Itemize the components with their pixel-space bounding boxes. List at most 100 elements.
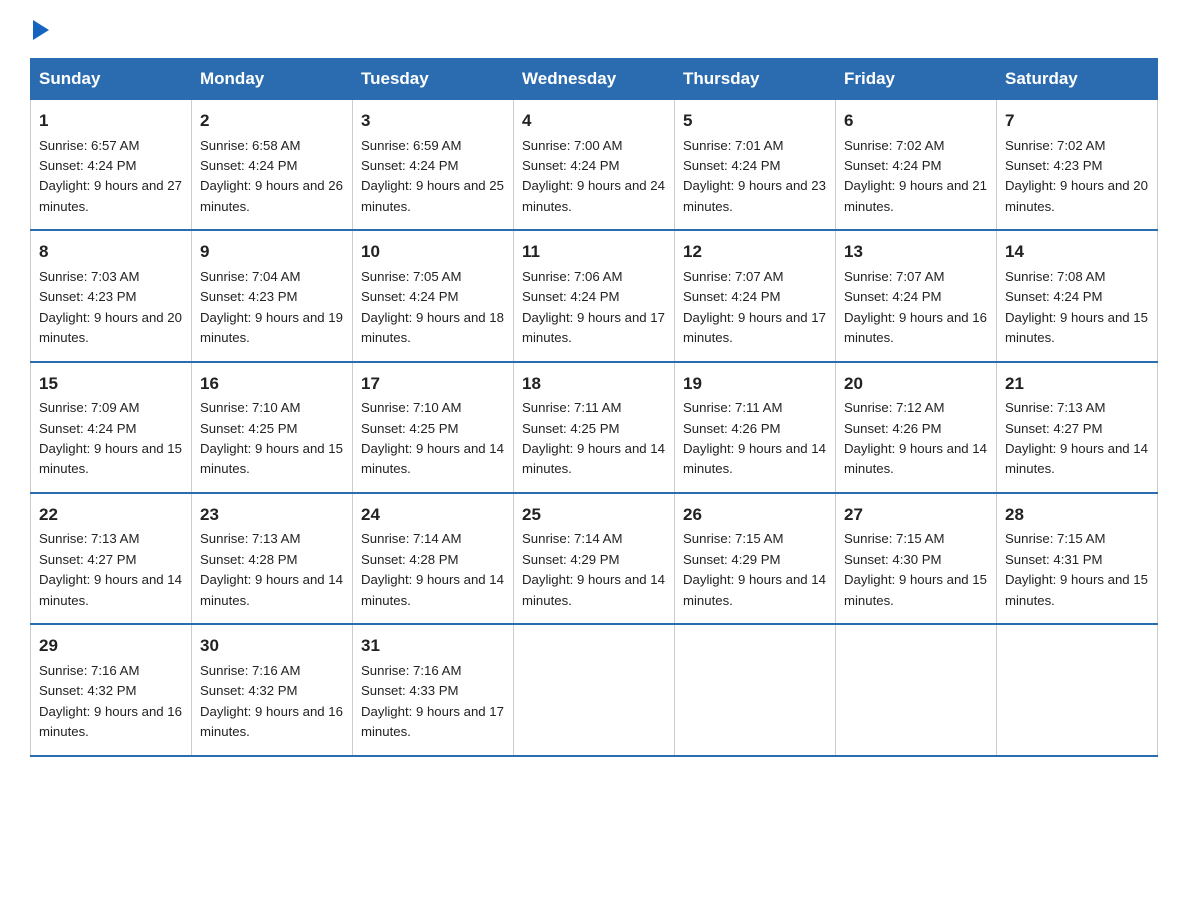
day-number: 25 xyxy=(522,502,666,528)
day-number: 4 xyxy=(522,108,666,134)
week-row-1: 1 Sunrise: 6:57 AMSunset: 4:24 PMDayligh… xyxy=(31,100,1158,231)
week-row-4: 22 Sunrise: 7:13 AMSunset: 4:27 PMDaylig… xyxy=(31,493,1158,624)
calendar-cell xyxy=(997,624,1158,755)
day-info: Sunrise: 7:06 AMSunset: 4:24 PMDaylight:… xyxy=(522,269,665,345)
week-row-2: 8 Sunrise: 7:03 AMSunset: 4:23 PMDayligh… xyxy=(31,230,1158,361)
calendar-cell: 30 Sunrise: 7:16 AMSunset: 4:32 PMDaylig… xyxy=(192,624,353,755)
day-number: 11 xyxy=(522,239,666,265)
calendar-cell: 31 Sunrise: 7:16 AMSunset: 4:33 PMDaylig… xyxy=(353,624,514,755)
calendar-cell: 8 Sunrise: 7:03 AMSunset: 4:23 PMDayligh… xyxy=(31,230,192,361)
day-number: 26 xyxy=(683,502,827,528)
day-number: 27 xyxy=(844,502,988,528)
day-info: Sunrise: 7:11 AMSunset: 4:25 PMDaylight:… xyxy=(522,400,665,476)
day-header-friday: Friday xyxy=(836,59,997,100)
calendar-cell: 17 Sunrise: 7:10 AMSunset: 4:25 PMDaylig… xyxy=(353,362,514,493)
day-info: Sunrise: 7:16 AMSunset: 4:33 PMDaylight:… xyxy=(361,663,504,739)
calendar-cell: 2 Sunrise: 6:58 AMSunset: 4:24 PMDayligh… xyxy=(192,100,353,231)
day-info: Sunrise: 7:13 AMSunset: 4:27 PMDaylight:… xyxy=(39,531,182,607)
day-info: Sunrise: 7:02 AMSunset: 4:23 PMDaylight:… xyxy=(1005,138,1148,214)
day-info: Sunrise: 7:12 AMSunset: 4:26 PMDaylight:… xyxy=(844,400,987,476)
calendar-cell: 1 Sunrise: 6:57 AMSunset: 4:24 PMDayligh… xyxy=(31,100,192,231)
day-header-monday: Monday xyxy=(192,59,353,100)
day-number: 28 xyxy=(1005,502,1149,528)
day-info: Sunrise: 7:01 AMSunset: 4:24 PMDaylight:… xyxy=(683,138,826,214)
logo-arrow-icon xyxy=(33,20,49,40)
day-info: Sunrise: 7:08 AMSunset: 4:24 PMDaylight:… xyxy=(1005,269,1148,345)
calendar-body: 1 Sunrise: 6:57 AMSunset: 4:24 PMDayligh… xyxy=(31,100,1158,756)
calendar-cell: 28 Sunrise: 7:15 AMSunset: 4:31 PMDaylig… xyxy=(997,493,1158,624)
day-number: 2 xyxy=(200,108,344,134)
calendar-cell: 15 Sunrise: 7:09 AMSunset: 4:24 PMDaylig… xyxy=(31,362,192,493)
day-number: 6 xyxy=(844,108,988,134)
day-header-thursday: Thursday xyxy=(675,59,836,100)
day-number: 9 xyxy=(200,239,344,265)
day-info: Sunrise: 6:58 AMSunset: 4:24 PMDaylight:… xyxy=(200,138,343,214)
day-header-saturday: Saturday xyxy=(997,59,1158,100)
day-info: Sunrise: 7:14 AMSunset: 4:28 PMDaylight:… xyxy=(361,531,504,607)
day-number: 30 xyxy=(200,633,344,659)
day-info: Sunrise: 7:02 AMSunset: 4:24 PMDaylight:… xyxy=(844,138,987,214)
day-info: Sunrise: 7:16 AMSunset: 4:32 PMDaylight:… xyxy=(39,663,182,739)
calendar-cell: 12 Sunrise: 7:07 AMSunset: 4:24 PMDaylig… xyxy=(675,230,836,361)
day-info: Sunrise: 7:14 AMSunset: 4:29 PMDaylight:… xyxy=(522,531,665,607)
calendar-cell: 27 Sunrise: 7:15 AMSunset: 4:30 PMDaylig… xyxy=(836,493,997,624)
calendar-cell: 13 Sunrise: 7:07 AMSunset: 4:24 PMDaylig… xyxy=(836,230,997,361)
calendar-cell: 23 Sunrise: 7:13 AMSunset: 4:28 PMDaylig… xyxy=(192,493,353,624)
calendar-cell: 21 Sunrise: 7:13 AMSunset: 4:27 PMDaylig… xyxy=(997,362,1158,493)
day-info: Sunrise: 7:13 AMSunset: 4:27 PMDaylight:… xyxy=(1005,400,1148,476)
day-info: Sunrise: 7:09 AMSunset: 4:24 PMDaylight:… xyxy=(39,400,182,476)
day-number: 19 xyxy=(683,371,827,397)
calendar-cell: 16 Sunrise: 7:10 AMSunset: 4:25 PMDaylig… xyxy=(192,362,353,493)
day-number: 20 xyxy=(844,371,988,397)
calendar-cell: 9 Sunrise: 7:04 AMSunset: 4:23 PMDayligh… xyxy=(192,230,353,361)
week-row-5: 29 Sunrise: 7:16 AMSunset: 4:32 PMDaylig… xyxy=(31,624,1158,755)
calendar-cell: 6 Sunrise: 7:02 AMSunset: 4:24 PMDayligh… xyxy=(836,100,997,231)
day-info: Sunrise: 7:15 AMSunset: 4:29 PMDaylight:… xyxy=(683,531,826,607)
calendar-cell: 10 Sunrise: 7:05 AMSunset: 4:24 PMDaylig… xyxy=(353,230,514,361)
day-info: Sunrise: 7:15 AMSunset: 4:30 PMDaylight:… xyxy=(844,531,987,607)
day-number: 13 xyxy=(844,239,988,265)
day-number: 18 xyxy=(522,371,666,397)
day-info: Sunrise: 7:10 AMSunset: 4:25 PMDaylight:… xyxy=(361,400,504,476)
calendar-cell: 26 Sunrise: 7:15 AMSunset: 4:29 PMDaylig… xyxy=(675,493,836,624)
day-header-tuesday: Tuesday xyxy=(353,59,514,100)
calendar-cell: 20 Sunrise: 7:12 AMSunset: 4:26 PMDaylig… xyxy=(836,362,997,493)
day-number: 22 xyxy=(39,502,183,528)
calendar-cell: 24 Sunrise: 7:14 AMSunset: 4:28 PMDaylig… xyxy=(353,493,514,624)
day-header-wednesday: Wednesday xyxy=(514,59,675,100)
calendar-cell: 3 Sunrise: 6:59 AMSunset: 4:24 PMDayligh… xyxy=(353,100,514,231)
calendar-cell xyxy=(514,624,675,755)
day-number: 23 xyxy=(200,502,344,528)
day-number: 10 xyxy=(361,239,505,265)
day-number: 21 xyxy=(1005,371,1149,397)
calendar-cell: 11 Sunrise: 7:06 AMSunset: 4:24 PMDaylig… xyxy=(514,230,675,361)
day-info: Sunrise: 7:13 AMSunset: 4:28 PMDaylight:… xyxy=(200,531,343,607)
day-number: 1 xyxy=(39,108,183,134)
day-number: 8 xyxy=(39,239,183,265)
day-number: 3 xyxy=(361,108,505,134)
day-header-sunday: Sunday xyxy=(31,59,192,100)
day-info: Sunrise: 7:07 AMSunset: 4:24 PMDaylight:… xyxy=(683,269,826,345)
calendar-cell: 29 Sunrise: 7:16 AMSunset: 4:32 PMDaylig… xyxy=(31,624,192,755)
calendar-cell: 5 Sunrise: 7:01 AMSunset: 4:24 PMDayligh… xyxy=(675,100,836,231)
calendar-cell: 14 Sunrise: 7:08 AMSunset: 4:24 PMDaylig… xyxy=(997,230,1158,361)
week-row-3: 15 Sunrise: 7:09 AMSunset: 4:24 PMDaylig… xyxy=(31,362,1158,493)
day-number: 5 xyxy=(683,108,827,134)
day-info: Sunrise: 7:05 AMSunset: 4:24 PMDaylight:… xyxy=(361,269,504,345)
day-number: 12 xyxy=(683,239,827,265)
day-number: 24 xyxy=(361,502,505,528)
day-info: Sunrise: 7:15 AMSunset: 4:31 PMDaylight:… xyxy=(1005,531,1148,607)
day-number: 29 xyxy=(39,633,183,659)
day-info: Sunrise: 6:57 AMSunset: 4:24 PMDaylight:… xyxy=(39,138,182,214)
day-number: 15 xyxy=(39,371,183,397)
calendar-table: SundayMondayTuesdayWednesdayThursdayFrid… xyxy=(30,58,1158,757)
calendar-cell: 7 Sunrise: 7:02 AMSunset: 4:23 PMDayligh… xyxy=(997,100,1158,231)
day-info: Sunrise: 7:10 AMSunset: 4:25 PMDaylight:… xyxy=(200,400,343,476)
day-info: Sunrise: 7:11 AMSunset: 4:26 PMDaylight:… xyxy=(683,400,826,476)
page-header xyxy=(30,20,1158,40)
day-number: 16 xyxy=(200,371,344,397)
day-number: 14 xyxy=(1005,239,1149,265)
day-header-row: SundayMondayTuesdayWednesdayThursdayFrid… xyxy=(31,59,1158,100)
calendar-cell xyxy=(675,624,836,755)
day-number: 31 xyxy=(361,633,505,659)
